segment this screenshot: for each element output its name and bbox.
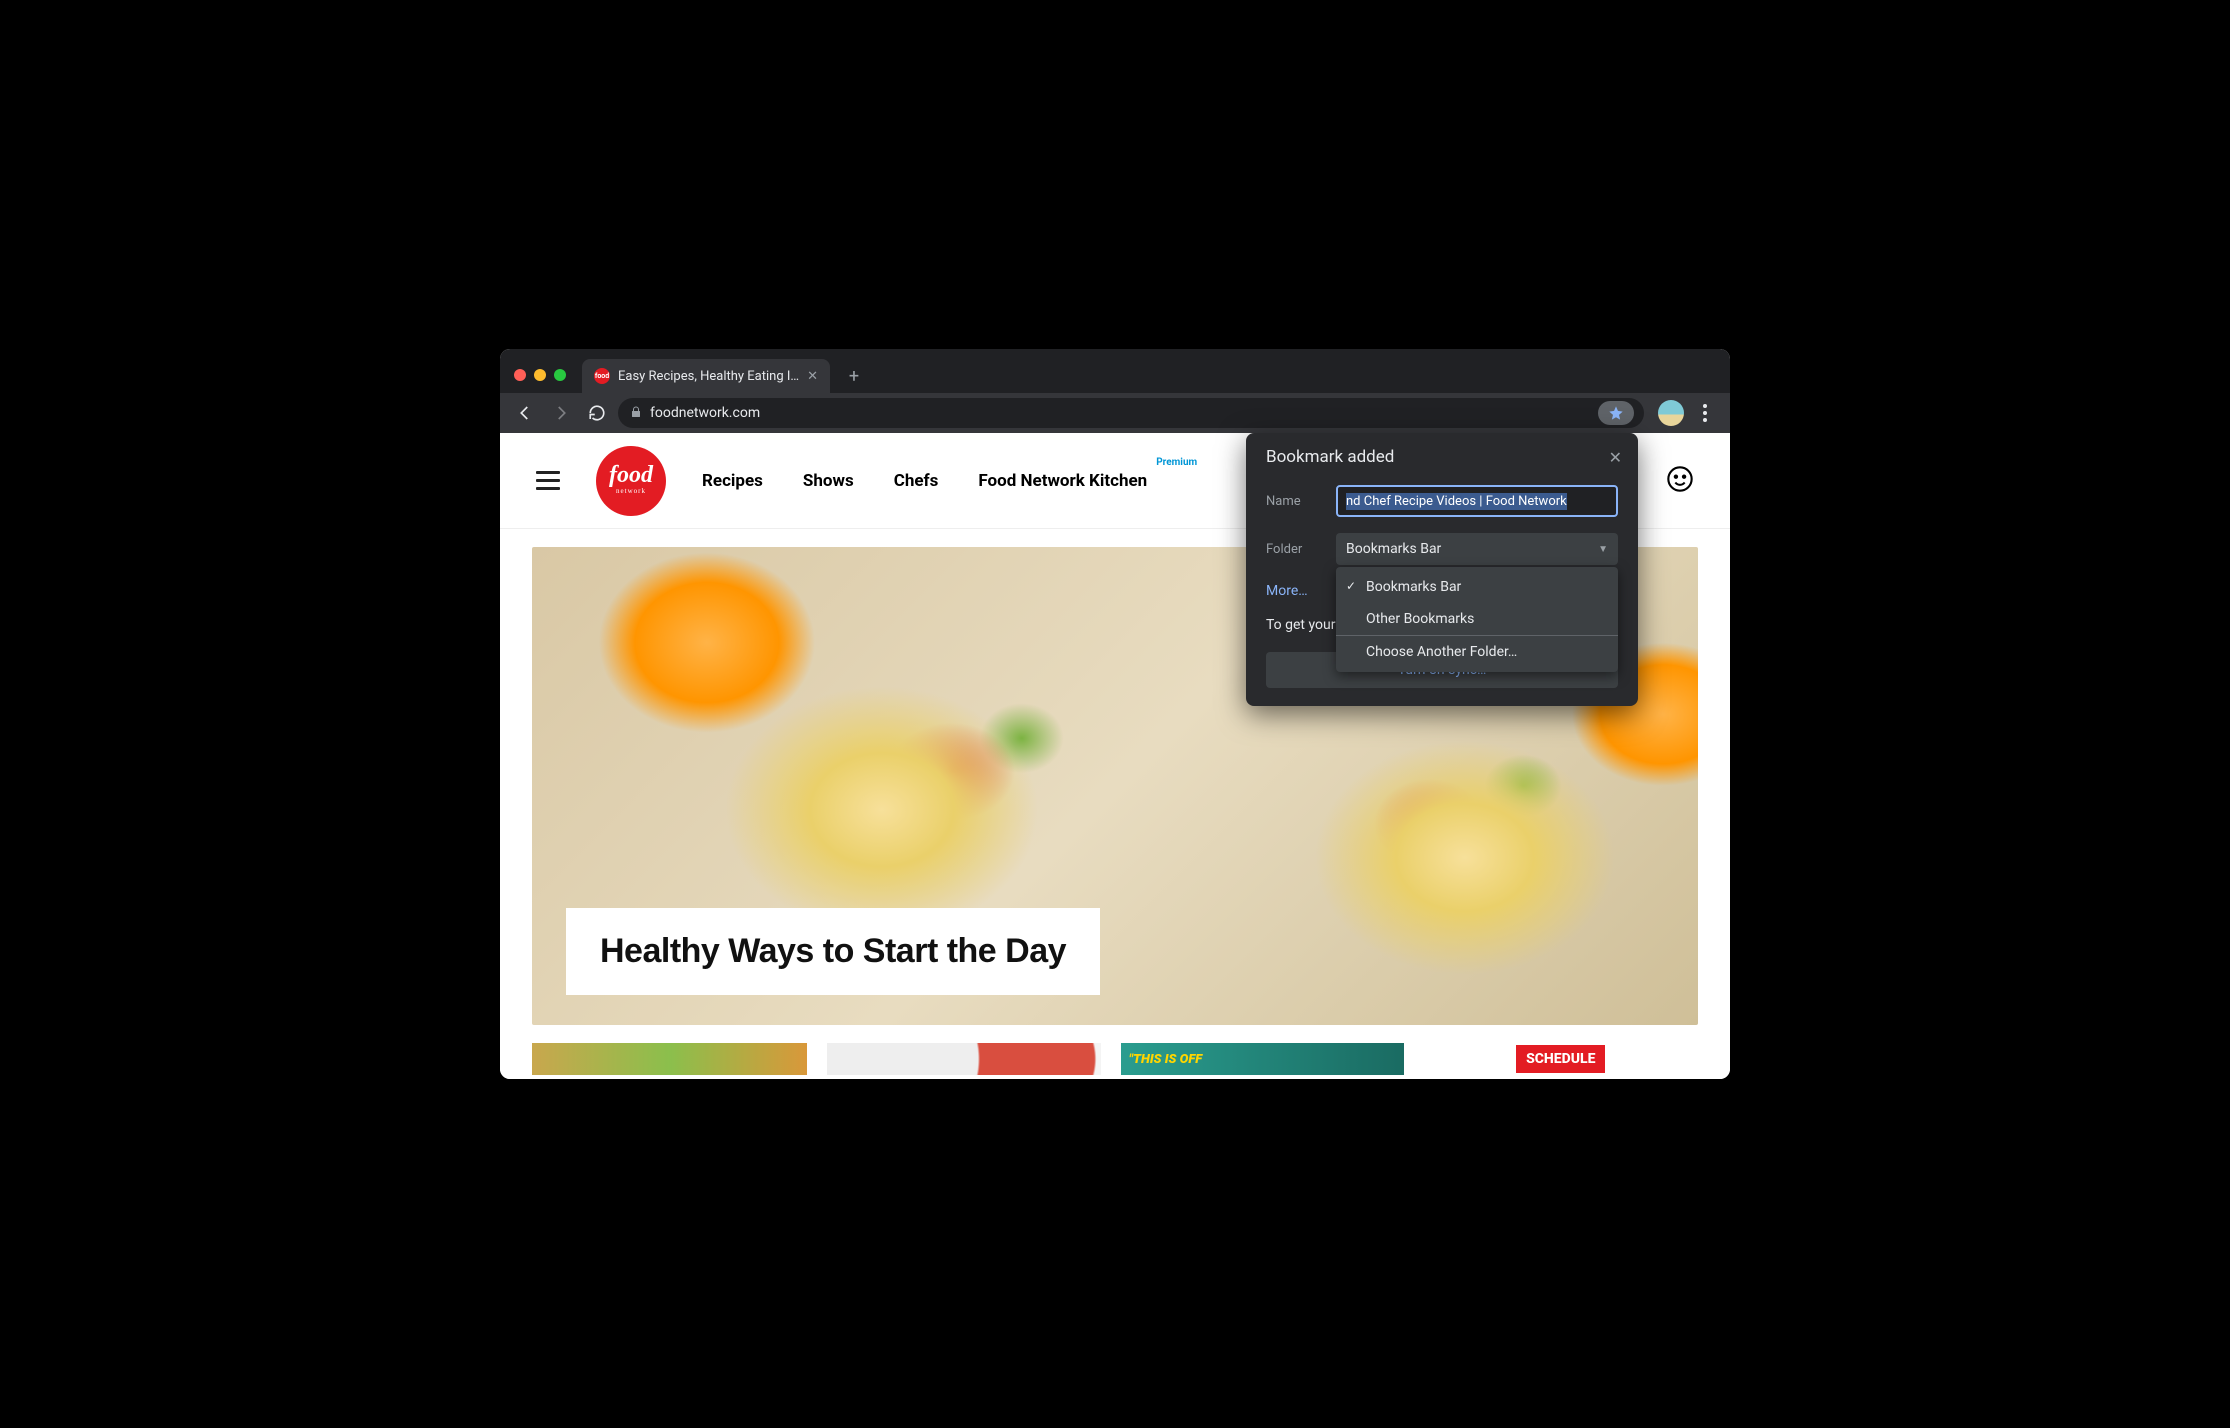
site-logo[interactable]: food network <box>596 446 666 516</box>
profile-avatar[interactable] <box>1658 400 1684 426</box>
main-nav: Recipes Shows Chefs Food Network Kitchen… <box>702 471 1147 491</box>
tab-favicon: food <box>594 368 610 384</box>
name-label: Name <box>1266 494 1316 509</box>
thumb-4[interactable]: SCHEDULE <box>1424 1043 1699 1075</box>
folder-select[interactable]: Bookmarks Bar ▼ ✓ Bookmarks Bar Other Bo… <box>1336 533 1618 565</box>
bookmark-popover: Bookmark added ✕ Name nd Chef Recipe Vid… <box>1246 433 1638 706</box>
nav-kitchen-label: Food Network Kitchen <box>978 471 1147 491</box>
popover-title: Bookmark added <box>1266 447 1394 467</box>
back-button[interactable] <box>510 398 540 428</box>
lock-icon <box>630 406 642 421</box>
bookmark-name-input[interactable]: nd Chef Recipe Videos | Food Network <box>1336 485 1618 517</box>
url-text: foodnetwork.com <box>650 405 1590 421</box>
logo-text-main: food <box>609 466 653 485</box>
window-controls <box>508 369 576 393</box>
browser-toolbar: foodnetwork.com <box>500 393 1730 433</box>
thumb-3[interactable]: "THIS IS OFF <box>1121 1043 1404 1075</box>
browser-menu-icon[interactable] <box>1690 404 1720 422</box>
folder-selected-value: Bookmarks Bar <box>1346 541 1441 557</box>
thumbnail-row: "THIS IS OFF SCHEDULE <box>532 1043 1698 1075</box>
check-icon: ✓ <box>1346 579 1356 593</box>
browser-window: food Easy Recipes, Healthy Eating I… ✕ +… <box>500 349 1730 1079</box>
reload-button[interactable] <box>582 398 612 428</box>
nav-recipes[interactable]: Recipes <box>702 471 763 491</box>
thumb-2[interactable] <box>827 1043 1102 1075</box>
browser-tab[interactable]: food Easy Recipes, Healthy Eating I… ✕ <box>582 359 830 393</box>
hamburger-menu-icon[interactable] <box>536 471 560 490</box>
address-bar[interactable]: foodnetwork.com <box>618 398 1644 428</box>
chevron-down-icon: ▼ <box>1598 544 1608 555</box>
hero-title-box: Healthy Ways to Start the Day <box>566 908 1100 995</box>
folder-label: Folder <box>1266 542 1316 557</box>
thumb-1[interactable] <box>532 1043 807 1075</box>
tab-strip: food Easy Recipes, Healthy Eating I… ✕ + <box>500 349 1730 393</box>
nav-shows[interactable]: Shows <box>803 471 854 491</box>
window-maximize[interactable] <box>554 369 566 381</box>
folder-dropdown: ✓ Bookmarks Bar Other Bookmarks Choose A… <box>1336 567 1618 672</box>
hero-title: Healthy Ways to Start the Day <box>600 932 1066 971</box>
schedule-badge: SCHEDULE <box>1516 1045 1605 1073</box>
bookmark-star-icon[interactable] <box>1598 401 1634 425</box>
dropdown-item-label: Choose Another Folder… <box>1366 644 1517 660</box>
tab-title: Easy Recipes, Healthy Eating I… <box>618 369 799 384</box>
more-link[interactable]: More… <box>1266 583 1308 599</box>
new-tab-button[interactable]: + <box>840 362 868 390</box>
window-close[interactable] <box>514 369 526 381</box>
thumb-3-text: "THIS IS OFF <box>1129 1052 1202 1067</box>
nav-kitchen[interactable]: Food Network Kitchen Premium <box>978 471 1147 491</box>
premium-badge: Premium <box>1156 457 1197 468</box>
dropdown-bookmarks-bar[interactable]: ✓ Bookmarks Bar <box>1336 571 1618 603</box>
smile-icon[interactable] <box>1666 465 1694 497</box>
dropdown-item-label: Other Bookmarks <box>1366 611 1474 627</box>
nav-chefs[interactable]: Chefs <box>894 471 939 491</box>
window-minimize[interactable] <box>534 369 546 381</box>
logo-text-sub: network <box>616 487 646 495</box>
close-tab-icon[interactable]: ✕ <box>807 369 818 384</box>
forward-button[interactable] <box>546 398 576 428</box>
bookmark-name-value: nd Chef Recipe Videos | Food Network <box>1346 493 1567 510</box>
dropdown-item-label: Bookmarks Bar <box>1366 579 1461 595</box>
dropdown-other-bookmarks[interactable]: Other Bookmarks <box>1336 603 1618 635</box>
dropdown-choose-folder[interactable]: Choose Another Folder… <box>1336 635 1618 668</box>
popover-close-icon[interactable]: ✕ <box>1609 448 1622 467</box>
